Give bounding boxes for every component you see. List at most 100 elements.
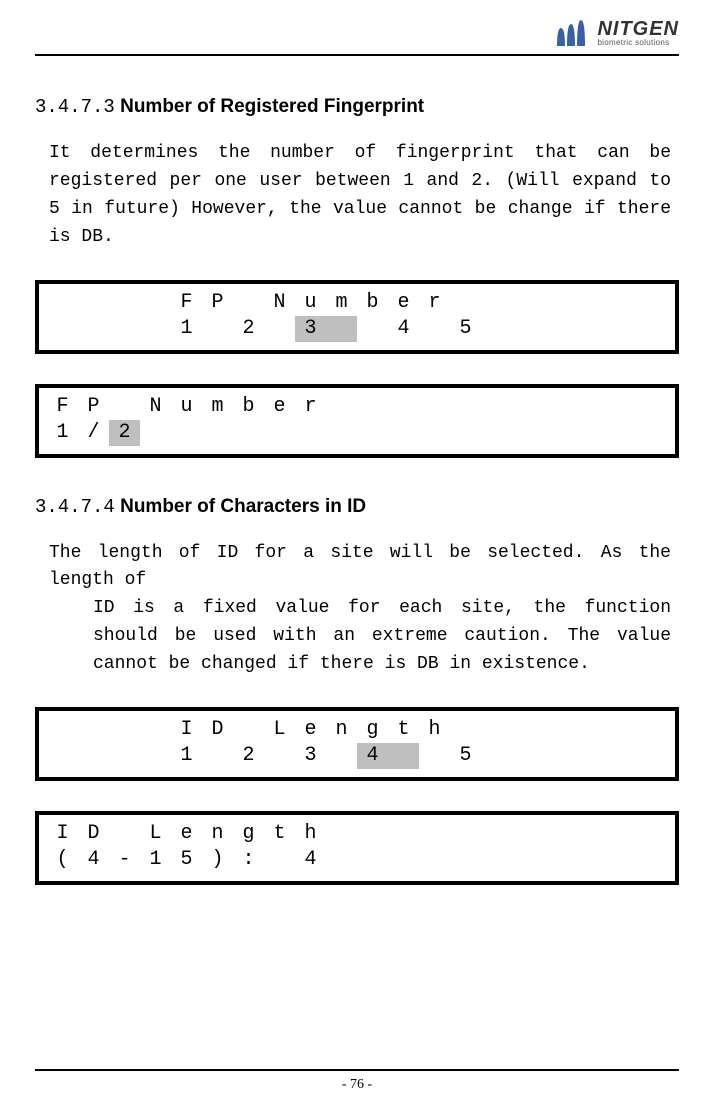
lcd-cell: [264, 847, 295, 873]
lcd-cell: D: [202, 717, 233, 743]
brand-tagline: biometric solutions: [597, 39, 679, 47]
lcd-cell: 2: [109, 420, 140, 446]
lcd-cell: [47, 743, 78, 769]
lcd-cell: [388, 743, 419, 769]
lcd-cell: L: [264, 717, 295, 743]
lcd-cell: [109, 717, 140, 743]
lcd-cell: [233, 717, 264, 743]
page-footer: - 76 -: [35, 1069, 679, 1093]
lcd-cell: [481, 420, 512, 446]
lcd-row: FPNumber: [47, 290, 667, 316]
lcd-cell: [450, 821, 481, 847]
lcd-cell: [450, 847, 481, 873]
lcd-cell: [419, 316, 450, 342]
lcd-cell: [419, 420, 450, 446]
lcd-cell: [326, 821, 357, 847]
lcd-cell: N: [140, 394, 171, 420]
lcd-cell: t: [388, 717, 419, 743]
lcd-cell: [543, 394, 574, 420]
lcd-cell: [419, 821, 450, 847]
lcd-cell: 2: [233, 316, 264, 342]
lcd-cell: [388, 821, 419, 847]
lcd-cell: e: [264, 394, 295, 420]
lcd-cell: [450, 394, 481, 420]
lcd-cell: 1: [171, 743, 202, 769]
lcd-cell: [326, 394, 357, 420]
lcd-cell: [357, 394, 388, 420]
lcd-display-2: FPNumber1/2: [35, 384, 679, 458]
lcd-cell: [47, 717, 78, 743]
lcd-cell: ): [202, 847, 233, 873]
section-body-2: The length of ID for a site will be sele…: [35, 540, 679, 679]
lcd-cell: [357, 316, 388, 342]
lcd-cell: P: [78, 394, 109, 420]
lcd-cell: [543, 717, 574, 743]
lcd-cell: [47, 290, 78, 316]
lcd-row: IDLength: [47, 821, 667, 847]
lcd-cell: [388, 847, 419, 873]
section-num-1: 3.4.7.3: [35, 96, 115, 118]
section-num-2: 3.4.7.4: [35, 496, 115, 518]
lcd-cell: [202, 420, 233, 446]
page-header: NITGEN biometric solutions: [35, 18, 679, 56]
lcd-cell: [295, 420, 326, 446]
lcd-cell: [109, 290, 140, 316]
lcd-cell: [419, 394, 450, 420]
section-body-1: It determines the number of fingerprint …: [35, 140, 679, 252]
lcd-cell: [543, 743, 574, 769]
body2-rest: ID is a fixed value for each site, the f…: [49, 595, 671, 679]
lcd-cell: [109, 316, 140, 342]
lcd-cell: 3: [295, 316, 326, 342]
lcd-cell: [450, 717, 481, 743]
lcd-cell: D: [78, 821, 109, 847]
lcd-cell: [543, 821, 574, 847]
lcd-cell: g: [233, 821, 264, 847]
lcd-cell: [202, 743, 233, 769]
lcd-cell: [78, 743, 109, 769]
lcd-cell: e: [388, 290, 419, 316]
lcd-cell: b: [357, 290, 388, 316]
lcd-cell: L: [140, 821, 171, 847]
brand-name: NITGEN: [597, 19, 679, 39]
lcd-cell: -: [109, 847, 140, 873]
lcd-cell: h: [295, 821, 326, 847]
lcd-cell: :: [233, 847, 264, 873]
lcd-cell: [264, 420, 295, 446]
lcd-cell: [481, 743, 512, 769]
lcd-cell: [481, 394, 512, 420]
lcd-cell: [233, 290, 264, 316]
lcd-cell: [140, 420, 171, 446]
lcd-cell: [450, 290, 481, 316]
lcd-cell: P: [202, 290, 233, 316]
lcd-cell: [233, 420, 264, 446]
lcd-row: (4-15):4: [47, 847, 667, 873]
lcd-cell: N: [264, 290, 295, 316]
lcd-row: IDLength: [47, 717, 667, 743]
lcd-cell: e: [171, 821, 202, 847]
lcd-cell: [481, 316, 512, 342]
lcd-cell: [450, 420, 481, 446]
lcd-cell: b: [233, 394, 264, 420]
lcd-cell: [140, 316, 171, 342]
lcd-cell: m: [202, 394, 233, 420]
lcd-cell: [543, 420, 574, 446]
lcd-cell: [512, 420, 543, 446]
lcd-cell: u: [295, 290, 326, 316]
lcd-cell: [481, 847, 512, 873]
lcd-cell: [543, 290, 574, 316]
lcd-cell: 3: [295, 743, 326, 769]
lcd-row: FPNumber: [47, 394, 667, 420]
lcd-cell: 5: [171, 847, 202, 873]
lcd-cell: [326, 847, 357, 873]
page-number: - 76 -: [342, 1077, 372, 1092]
lcd-cell: n: [326, 717, 357, 743]
lcd-cell: I: [171, 717, 202, 743]
lcd-cell: F: [171, 290, 202, 316]
lcd-cell: [171, 420, 202, 446]
lcd-cell: [109, 743, 140, 769]
lcd-cell: [388, 420, 419, 446]
lcd-cell: 4: [78, 847, 109, 873]
lcd-cell: 1: [171, 316, 202, 342]
lcd-cell: [512, 394, 543, 420]
lcd-cell: [512, 821, 543, 847]
